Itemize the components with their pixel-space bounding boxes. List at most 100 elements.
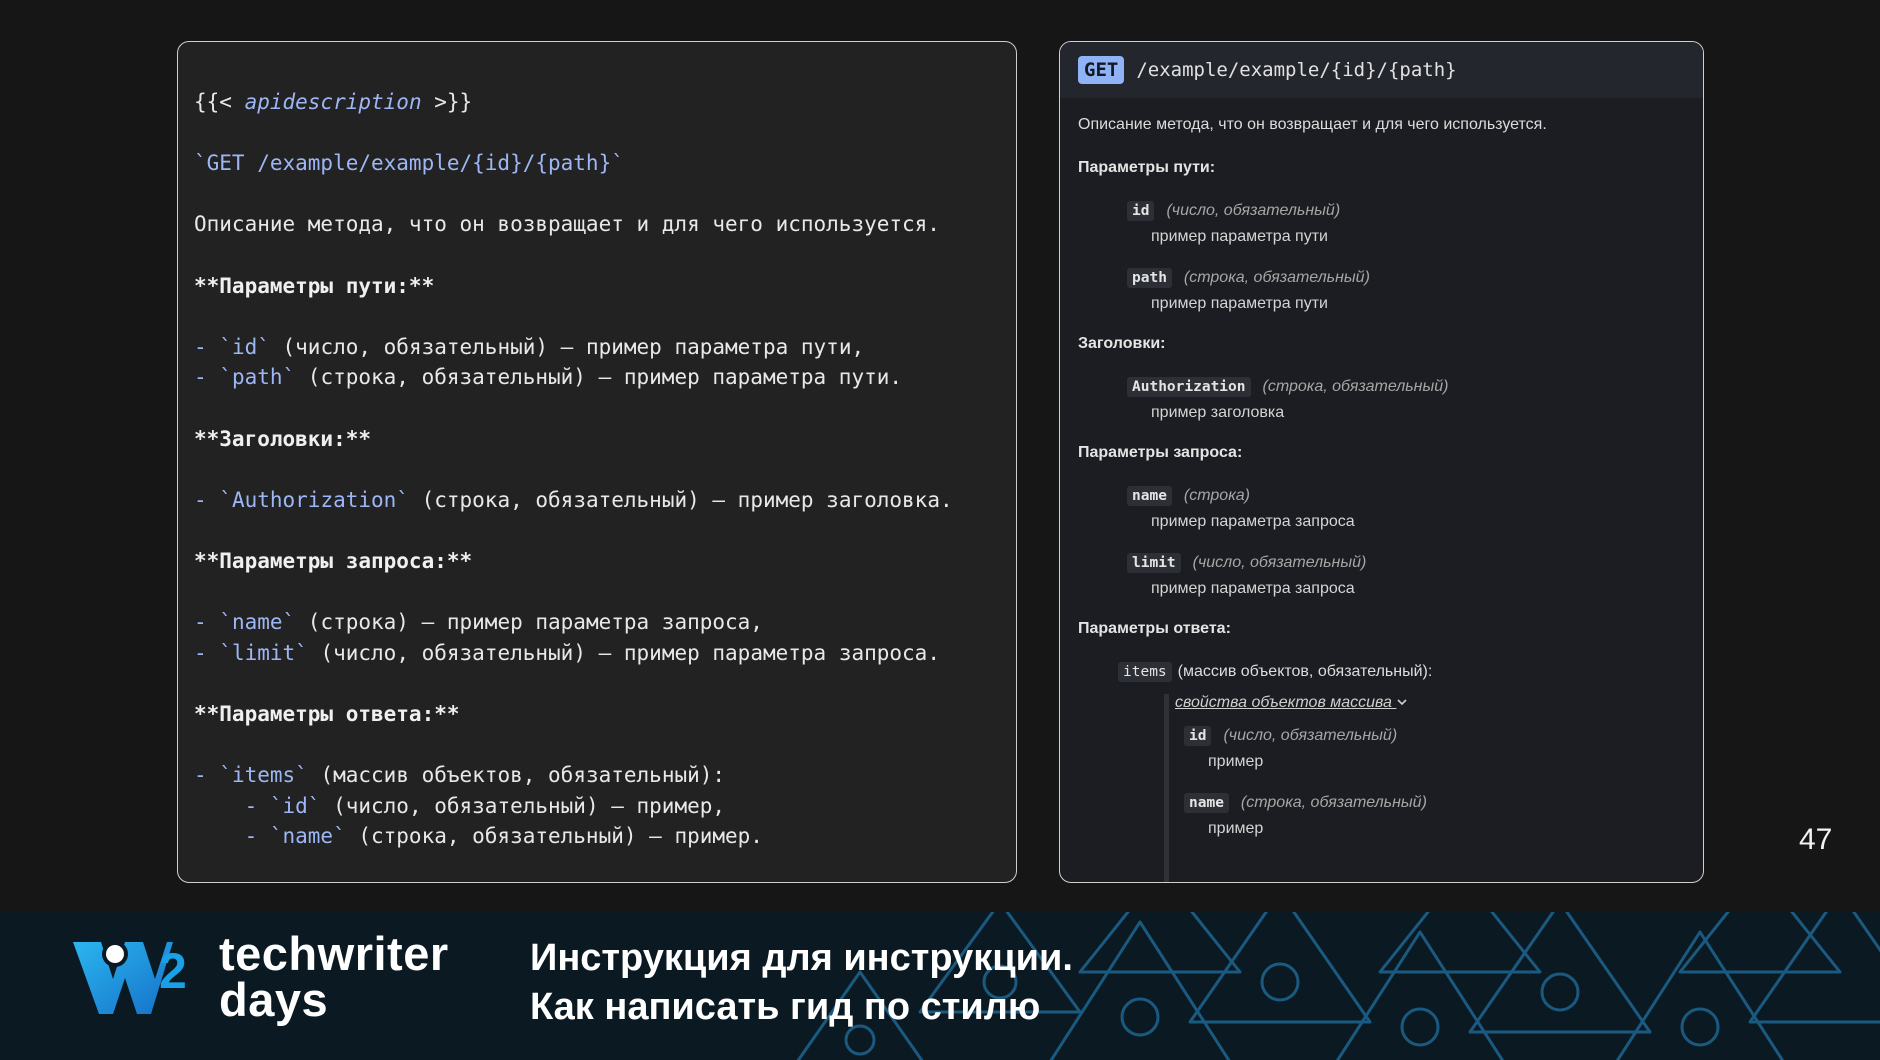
talk-title-line-2: Как написать гид по стилю xyxy=(530,986,1041,1028)
param-name: id xyxy=(1127,201,1155,221)
preview-body: Описание метода, что он возвращает и для… xyxy=(1060,98,1703,882)
list-dash: - xyxy=(194,487,220,512)
list-text: (строка) — пример параметра запроса, xyxy=(295,610,763,635)
param-item: name (строка) пример параметра запроса xyxy=(1127,486,1685,531)
param-name: id xyxy=(1184,726,1212,746)
list-dash: - xyxy=(194,610,220,635)
code-list-item: - `name` (строка, обязательный) — пример… xyxy=(194,821,1000,852)
code-list-item: - `id` (число, обязательный) — пример, xyxy=(194,791,1000,822)
param-desc: пример xyxy=(1208,753,1264,770)
list-dash: - xyxy=(194,793,270,818)
param-item: Authorization (строка, обязательный) прим… xyxy=(1127,377,1685,422)
param-meta: (массив объектов, обязательный): xyxy=(1177,663,1433,680)
section-title-headers: Заголовки: xyxy=(1078,335,1166,352)
method-badge: GET xyxy=(1078,56,1125,84)
param-meta: (строка, обязательный) xyxy=(1240,794,1427,811)
markdown-source-panel: {{< apidescription >}} `GET /example/exa… xyxy=(177,41,1017,883)
param-desc: пример параметра запроса xyxy=(1151,580,1355,597)
code-heading-headers: **Заголовки:** xyxy=(194,426,372,451)
code-line-shortcode: {{< apidescription >}} xyxy=(194,87,1000,118)
response-items-row: items (массив объектов, обязательный): xyxy=(1118,662,1685,682)
code-list-item: - `limit` (число, обязательный) — пример… xyxy=(194,638,1000,669)
param-item: limit (число, обязательный) пример параме… xyxy=(1127,553,1685,598)
list-dash: - xyxy=(194,640,220,665)
param-item: name (строка, обязательный) пример xyxy=(1184,793,1685,838)
endpoint-path: /example/example/{id}/{path} xyxy=(1136,59,1457,81)
param-desc: пример заголовка xyxy=(1151,404,1285,421)
list-dash: - xyxy=(194,763,220,788)
list-dash: - xyxy=(194,824,270,849)
list-dash: - xyxy=(194,365,220,390)
param-name: limit xyxy=(1127,553,1181,573)
section-title-path: Параметры пути: xyxy=(1078,159,1216,176)
inline-code: `name` xyxy=(269,824,346,849)
shortcode-open: {{< xyxy=(194,90,245,114)
list-text: (строка, обязательный) — пример заголовк… xyxy=(408,487,953,512)
param-item: path (строка, обязательный) пример параме… xyxy=(1127,268,1685,313)
section-title-query: Параметры запроса: xyxy=(1078,444,1243,461)
method-description: Описание метода, что он возвращает и для… xyxy=(1078,116,1547,133)
list-dash: - xyxy=(194,334,220,359)
param-name: Authorization xyxy=(1127,377,1251,397)
param-meta: (строка, обязательный) xyxy=(1183,269,1370,286)
chevron-down-icon xyxy=(1396,694,1408,711)
slide-number: 47 xyxy=(1799,823,1833,856)
conference-banner: 2 techwriter days Инструкция для инструк… xyxy=(0,912,1880,1060)
list-text: (строка, обязательный) — пример. xyxy=(345,824,763,849)
code-list-item: - `items` (массив объектов, обязательный… xyxy=(194,760,1000,791)
param-meta: (строка, обязательный) xyxy=(1262,378,1449,395)
code-list-item: - `id` (число, обязательный) — пример па… xyxy=(194,332,1000,363)
section-title-response: Параметры ответа: xyxy=(1078,620,1231,637)
param-meta: (число, обязательный) xyxy=(1166,202,1341,219)
inline-code: `limit` xyxy=(219,640,308,665)
code-heading-query: **Параметры запроса:** xyxy=(194,548,473,573)
code-heading-response: **Параметры ответа:** xyxy=(194,701,460,726)
inline-code: `id` xyxy=(219,334,270,359)
code-list-item: - `name` (строка) — пример параметра зап… xyxy=(194,607,1000,638)
param-desc: пример параметра запроса xyxy=(1151,513,1355,530)
param-name: name xyxy=(1184,793,1229,813)
inline-code: `id` xyxy=(269,793,321,818)
param-name: path xyxy=(1127,268,1172,288)
techwriter-days-logo: 2 xyxy=(73,941,187,1014)
code-list-item: - `path` (строка, обязательный) — пример… xyxy=(194,362,1000,393)
param-desc: пример xyxy=(1208,820,1264,837)
brand-line-1: techwriter xyxy=(219,927,449,980)
shortcode-name: apidescription xyxy=(244,90,422,114)
logo-digit: 2 xyxy=(159,943,187,999)
param-desc: пример параметра пути xyxy=(1151,295,1328,312)
code-line-description: Описание метода, что он возвращает и для… xyxy=(194,212,940,237)
inline-code: `Authorization` xyxy=(219,487,409,512)
inline-code: `name` xyxy=(219,610,296,635)
param-item: id (число, обязательный) пример xyxy=(1184,726,1685,771)
list-text: (строка, обязательный) — пример параметр… xyxy=(295,365,903,390)
brand-wordmark: techwriter days xyxy=(219,927,449,1023)
param-meta: (число, обязательный) xyxy=(1192,554,1367,571)
code-list-item: - `Authorization` (строка, обязательный)… xyxy=(194,485,1000,516)
list-text: (число, обязательный) — пример параметра… xyxy=(269,334,865,359)
param-meta: (число, обязательный) xyxy=(1223,727,1398,744)
inline-code: `path` xyxy=(219,365,296,390)
shortcode-close: >}} xyxy=(421,90,473,114)
param-meta: (строка) xyxy=(1183,487,1250,504)
rendered-preview-panel: GET /example/example/{id}/{path} Описани… xyxy=(1059,41,1704,883)
code-line-endpoint: `GET /example/example/{id}/{path}` xyxy=(194,151,624,176)
nested-properties: свойства объектов массива id (число, обяз… xyxy=(1164,694,1685,882)
param-name: items xyxy=(1118,662,1172,682)
nested-properties-toggle[interactable]: свойства объектов массива xyxy=(1175,694,1685,712)
list-text: (массив объектов, обязательный): xyxy=(307,763,726,788)
param-item: id (число, обязательный) пример параметра… xyxy=(1127,201,1685,246)
inline-code: `items` xyxy=(219,763,308,788)
nested-toggle-label: свойства объектов массива xyxy=(1175,694,1392,711)
code-heading-path: **Параметры пути:** xyxy=(194,273,435,298)
param-name: name xyxy=(1127,486,1172,506)
